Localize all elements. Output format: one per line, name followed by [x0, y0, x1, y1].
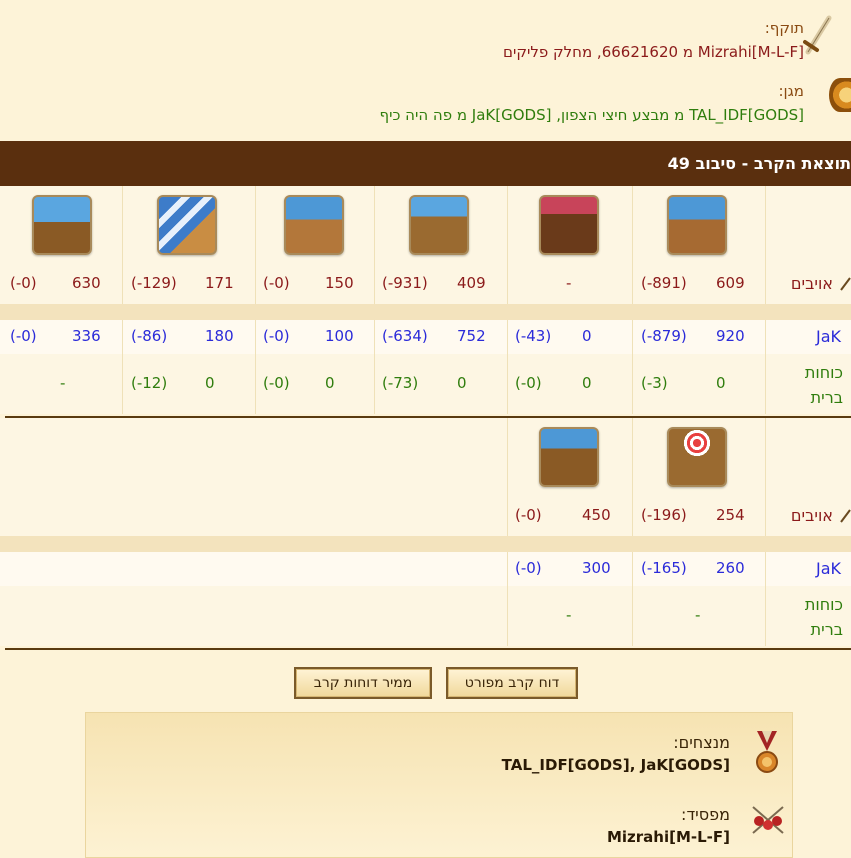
count-value: 630: [72, 274, 101, 292]
loss-value: (-0): [515, 374, 542, 392]
detailed-report-button[interactable]: דוח קרב מפורט: [446, 667, 578, 699]
shield-icon: [829, 78, 851, 112]
loss-value: (-0): [263, 374, 290, 392]
paddle-ship-icon: [667, 195, 727, 255]
loss-value: (-891): [641, 274, 687, 292]
battle-summary: מנצחים: TAL_IDF[GODS], JaK[GODS] מפסיד: …: [85, 712, 793, 858]
loss-value: (-165): [641, 559, 687, 577]
loss-value: (-0): [515, 506, 542, 524]
count-value: 0: [457, 374, 467, 392]
loss-value: (-0): [10, 327, 37, 345]
allies-row: - (-12) 0 (-0) 0 (-73) 0 (-0) 0 (-3) 0 כ…: [0, 354, 851, 414]
medal-icon: [754, 731, 780, 775]
enemies-row: (-0) 630 (-129) 171 (-0) 150 (-931) 409 …: [0, 264, 851, 304]
catapult-ship-icon: [284, 195, 344, 255]
mortar-ship-icon: [539, 427, 599, 487]
report-converter-button[interactable]: ממיר דוחות קרב: [294, 667, 432, 699]
jak-row-2: (-0) 300 (-165) 260 JaK: [0, 552, 851, 586]
loss-value: (-196): [641, 506, 687, 524]
count-value: 920: [716, 327, 745, 345]
enemies-label: אויבים: [790, 274, 833, 293]
jak-label: JaK: [815, 327, 841, 346]
loss-value: (-12): [131, 374, 168, 392]
balloon-ship-icon: [157, 195, 217, 255]
battle-result-header: תוצאת הקרב - סיבוב 49: [0, 141, 851, 186]
loss-value: (-879): [641, 327, 687, 345]
count-value: 0: [582, 327, 592, 345]
count-value: 0: [205, 374, 215, 392]
jak-row: (-0) 336 (-86) 180 (-0) 100 (-634) 752 (…: [0, 320, 851, 354]
count-value: -: [566, 606, 572, 624]
loss-value: (-0): [515, 559, 542, 577]
loss-value: (-73): [382, 374, 419, 392]
sword-icon: [803, 12, 833, 60]
winners-value: TAL_IDF[GODS], JaK[GODS]: [501, 756, 730, 774]
defender-text: TAL_IDF[GODS] מ מבצע חיצי הצפון, JaK[GOD…: [379, 106, 804, 124]
count-value: 0: [582, 374, 592, 392]
loss-value: (-0): [10, 274, 37, 292]
unit-icons-row-2: [0, 418, 851, 496]
battle-result-title: תוצאת הקרב - סיבוב 49: [667, 154, 851, 173]
count-value: 300: [582, 559, 611, 577]
enemies-row-2: (-0) 450 (-196) 254 אויבים: [0, 496, 851, 536]
loss-value: (-3): [641, 374, 668, 392]
loss-value: (-86): [131, 327, 168, 345]
count-value: 150: [325, 274, 354, 292]
loss-value: (-0): [263, 274, 290, 292]
loss-value: (-43): [515, 327, 552, 345]
allies-label: כוחות ברית: [804, 595, 843, 639]
unit-icons-row: [0, 186, 851, 264]
count-value: 450: [582, 506, 611, 524]
enemies-label: אויבים: [790, 506, 833, 525]
loser-value: Mizrahi[M-L-F]: [606, 828, 730, 846]
defender-label: מגן:: [778, 82, 804, 100]
loss-value: (-931): [382, 274, 428, 292]
count-value: -: [695, 606, 701, 624]
crossed-swords-icon: [749, 805, 787, 835]
crossed-swords-icon: [839, 508, 851, 524]
attacker-label: תוקף:: [764, 19, 804, 37]
ballista-ship-icon: [667, 427, 727, 487]
count-value: 409: [457, 274, 486, 292]
loss-value: (-634): [382, 327, 428, 345]
row-separator: [0, 536, 851, 552]
crossed-swords-icon: [839, 276, 851, 292]
fire-ship-icon: [539, 195, 599, 255]
jak-label: JaK: [815, 559, 841, 578]
count-value: 609: [716, 274, 745, 292]
count-value: 260: [716, 559, 745, 577]
loser-label: מפסיד:: [681, 805, 730, 824]
count-value: -: [60, 374, 66, 392]
count-value: 336: [72, 327, 101, 345]
count-value: 0: [325, 374, 335, 392]
count-value: 171: [205, 274, 234, 292]
loss-value: (-0): [263, 327, 290, 345]
count-value: 180: [205, 327, 234, 345]
count-value: 752: [457, 327, 486, 345]
table-divider: [5, 648, 851, 650]
count-value: 0: [716, 374, 726, 392]
ram-ship-icon: [409, 195, 469, 255]
loss-value: (-129): [131, 274, 177, 292]
allies-label: כוחות ברית: [804, 363, 843, 407]
row-separator: [0, 304, 851, 320]
count-value: 100: [325, 327, 354, 345]
allies-row-2: - - כוחות ברית: [0, 586, 851, 646]
count-value: 254: [716, 506, 745, 524]
unit-ship-icon: [32, 195, 92, 255]
attacker-text: Mizrahi[M-L-F] מ 66621620, מחלק פליקים: [503, 43, 804, 61]
count-value: -: [566, 274, 572, 292]
winners-label: מנצחים:: [673, 733, 730, 752]
